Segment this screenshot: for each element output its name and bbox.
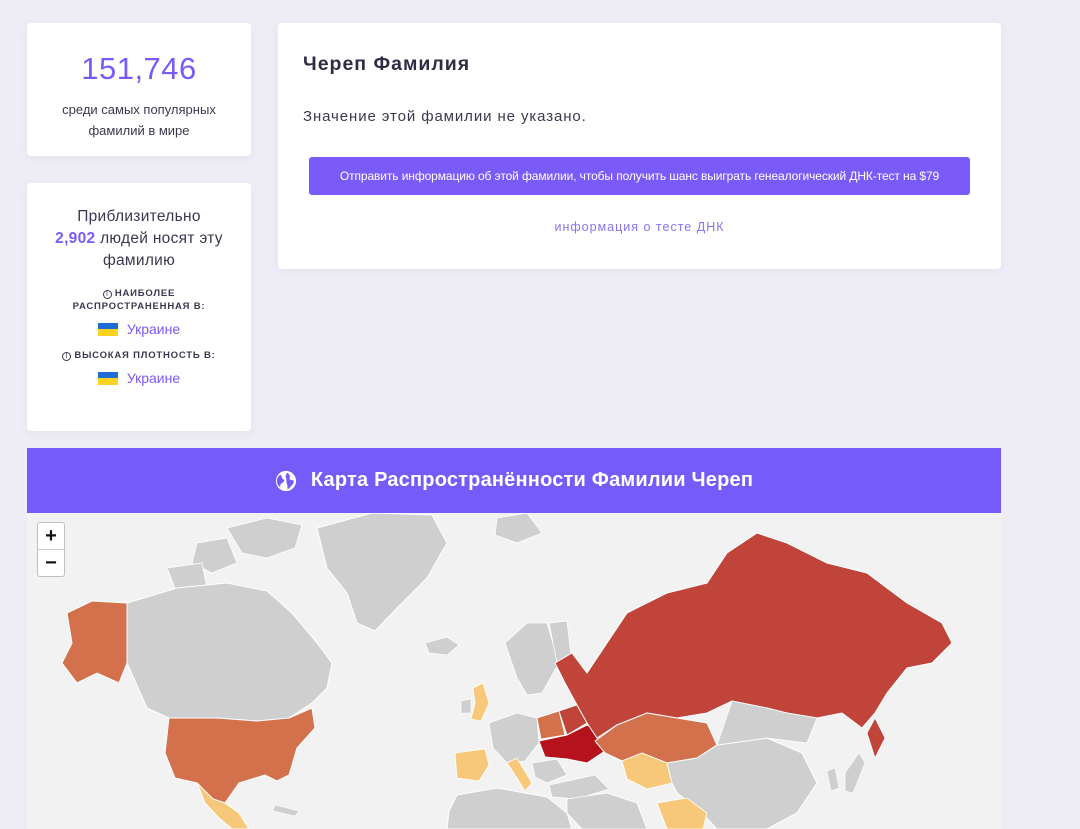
country-alaska [61,600,128,684]
density-section: i ВЫСОКАЯ ПЛОТНОСТЬ В: Украине [27,349,251,386]
world-map-svg[interactable] [27,513,1001,829]
surname-info-card: Череп Фамилия Значение этой фамилии не у… [278,23,1001,269]
rank-card: 151,746 среди самых популярных фамилий в… [27,23,251,156]
info-icon[interactable]: i [62,352,72,361]
count-card: Приблизительно 2,902 людей носят эту фам… [27,183,251,431]
submit-info-button[interactable]: Отправить информацию об этой фамилии, чт… [309,157,970,195]
page-title: Череп Фамилия [303,53,471,75]
ukraine-flag-icon [97,322,118,336]
globe-icon [275,470,296,491]
zoom-control: + − [37,522,65,577]
map-header: Карта Распространённости Фамилии Череп [27,448,1001,513]
bearer-count-text: Приблизительно 2,902 людей носят эту фам… [49,206,229,272]
most-common-heading: i НАИБОЛЕЕ РАСПРОСТРАНЕННАЯ В: [72,288,206,312]
surname-meaning: Значение этой фамилии не указано. [303,108,587,125]
most-common-section: i НАИБОЛЕЕ РАСПРОСТРАНЕННАЯ В: Украине [27,287,251,337]
count-suffix: людей носят эту фамилию [100,230,223,269]
density-country[interactable]: Украине [27,370,251,386]
world-map[interactable]: + − [27,513,1001,829]
most-common-country[interactable]: Украине [27,321,251,337]
rank-description: среди самых популярных фамилий в мире [62,102,216,138]
zoom-in-button[interactable]: + [38,523,64,549]
zoom-out-button[interactable]: − [38,549,64,575]
rank-value: 151,746 [81,51,197,86]
ukraine-flag-icon [97,371,118,385]
most-common-country-name[interactable]: Украине [127,321,180,337]
density-country-name[interactable]: Украине [127,370,180,386]
info-icon[interactable]: i [102,290,112,299]
map-title: Карта Распространённости Фамилии Череп [310,469,754,491]
distribution-map-card: Карта Распространённости Фамилии Череп +… [27,448,1001,829]
count-number: 2,902 [55,230,96,247]
count-prefix: Приблизительно [77,208,201,225]
density-heading: i ВЫСОКАЯ ПЛОТНОСТЬ В: [27,349,251,362]
dna-test-info-link[interactable]: информация о тесте ДНК [278,220,1001,234]
